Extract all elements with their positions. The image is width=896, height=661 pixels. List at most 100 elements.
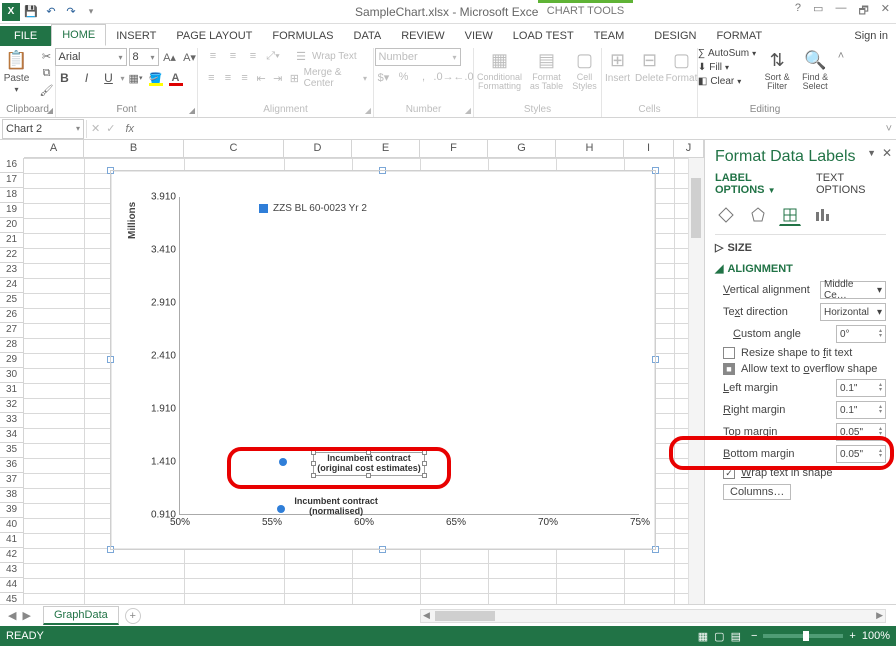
chart-plot-area[interactable]: Millions ZZS BL 60-0023 Yr 2 0.9101.4101… [119,179,647,541]
row-header[interactable]: 31 [0,383,24,398]
valign-combo[interactable]: Middle Ce…▾ [820,281,886,299]
copy-icon[interactable]: ⧉ [38,65,56,81]
vertical-scrollbar[interactable] [688,158,704,604]
find-select-button[interactable]: 🔍Find & Select [798,48,832,91]
undo-icon[interactable]: ↶ [42,3,60,21]
clipboard-dialog-launcher-icon[interactable]: ◢ [47,106,53,115]
row-header[interactable]: 27 [0,323,24,338]
zoom-slider[interactable] [763,634,843,638]
row-header[interactable]: 34 [0,428,24,443]
tab-team[interactable]: TEAM [584,26,635,46]
row-header[interactable]: 41 [0,533,24,548]
column-header[interactable]: D [284,140,352,157]
row-header[interactable]: 19 [0,203,24,218]
row-header[interactable]: 40 [0,518,24,533]
font-name-combo[interactable]: Arial▾ [55,48,127,66]
left-margin-field[interactable]: 0.1"▴▾ [836,379,886,397]
row-header[interactable]: 36 [0,458,24,473]
row-header[interactable]: 24 [0,278,24,293]
row-header[interactable]: 17 [0,173,24,188]
bold-button[interactable]: B [55,69,75,87]
tab-data[interactable]: DATA [344,26,392,46]
column-header[interactable]: E [352,140,420,157]
fill-line-category-icon[interactable] [715,204,737,226]
font-dialog-launcher-icon[interactable]: ◢ [189,106,195,115]
borders-icon[interactable]: ▦▾ [127,70,145,86]
sheet-tab-graphdata[interactable]: GraphData [43,606,119,625]
row-header[interactable]: 37 [0,473,24,488]
row-header[interactable]: 42 [0,548,24,563]
row-header[interactable]: 39 [0,503,24,518]
formula-input[interactable] [140,119,882,139]
column-header[interactable]: F [420,140,488,157]
redo-icon[interactable]: ↷ [62,3,80,21]
row-header[interactable]: 28 [0,338,24,353]
sheet-nav-next-icon[interactable]: ▶ [22,609,30,622]
collapse-ribbon-icon[interactable]: ˄ [838,50,844,62]
help-icon[interactable]: ? [795,2,801,21]
tab-home[interactable]: HOME [51,24,106,46]
column-header[interactable]: J [674,140,704,157]
font-color-icon[interactable]: A [167,70,185,86]
resize-shape-checkbox[interactable] [723,347,735,359]
tab-file[interactable]: FILE [0,26,51,46]
page-break-view-icon[interactable]: ▤ [731,630,741,643]
fx-icon[interactable]: fx [119,123,140,135]
pane-tab-label-options[interactable]: LABEL OPTIONS ▼ [715,172,802,196]
column-header[interactable]: H [556,140,624,157]
row-headers[interactable]: 1617181920212223242526272829303132333435… [0,158,24,604]
column-headers[interactable]: ABCDEFGHIJ [24,140,704,158]
pane-options-icon[interactable]: ▼ [867,148,876,158]
italic-button[interactable]: I [77,69,97,87]
ribbon-display-options-icon[interactable]: ▭ [813,2,823,21]
new-sheet-button[interactable]: + [125,608,141,624]
tab-insert[interactable]: INSERT [106,26,166,46]
row-header[interactable]: 35 [0,443,24,458]
row-header[interactable]: 20 [0,218,24,233]
format-painter-icon[interactable]: 🖌 [38,82,56,98]
normal-view-icon[interactable]: ▦ [698,630,708,643]
tab-format[interactable]: FORMAT [706,26,772,46]
column-header[interactable]: C [184,140,284,157]
row-header[interactable]: 38 [0,488,24,503]
tab-page-layout[interactable]: PAGE LAYOUT [166,26,262,46]
fill-button[interactable]: ⬇Fill▾ [698,62,756,73]
row-header[interactable]: 44 [0,578,24,593]
section-size[interactable]: ▷SIZE [705,237,896,258]
text-direction-combo[interactable]: Horizontal▾ [820,303,886,321]
clear-button[interactable]: ◧Clear▾ [698,76,756,87]
page-layout-view-icon[interactable]: ▢ [714,630,724,643]
row-header[interactable]: 43 [0,563,24,578]
row-header[interactable]: 18 [0,188,24,203]
column-header[interactable]: I [624,140,674,157]
pane-close-icon[interactable]: ✕ [882,146,892,160]
row-header[interactable]: 32 [0,398,24,413]
row-header[interactable]: 23 [0,263,24,278]
chart-object[interactable]: Millions ZZS BL 60-0023 Yr 2 0.9101.4101… [110,170,656,550]
sheet-nav-prev-icon[interactable]: ◀ [8,609,16,622]
autosum-button[interactable]: ∑AutoSum▾ [698,48,756,59]
tab-formulas[interactable]: FORMULAS [262,26,343,46]
zoom-level[interactable]: 100% [862,630,890,642]
section-alignment[interactable]: ◢ALIGNMENT [705,258,896,279]
expand-formula-bar-icon[interactable]: ˅ [882,123,896,135]
save-icon[interactable]: 💾 [22,3,40,21]
effects-category-icon[interactable] [747,204,769,226]
row-header[interactable]: 30 [0,368,24,383]
zoom-in-icon[interactable]: + [849,630,855,642]
font-size-combo[interactable]: 8▾ [129,48,159,66]
column-header[interactable]: A [24,140,84,157]
restore-icon[interactable]: 🗗 [858,2,868,21]
row-header[interactable]: 21 [0,233,24,248]
column-header[interactable]: G [488,140,556,157]
data-point[interactable] [277,505,285,513]
minimize-icon[interactable]: — [835,2,846,21]
increase-font-icon[interactable]: A▴ [161,49,179,65]
decrease-font-icon[interactable]: A▾ [181,49,199,65]
data-label[interactable]: Incumbent contract (normalised) [291,497,381,517]
qat-customize-icon[interactable]: ▾ [82,3,100,21]
y-axis-title[interactable]: Millions [127,202,138,239]
tab-review[interactable]: REVIEW [391,26,454,46]
row-header[interactable]: 33 [0,413,24,428]
pane-tab-text-options[interactable]: TEXT OPTIONS [816,172,886,196]
